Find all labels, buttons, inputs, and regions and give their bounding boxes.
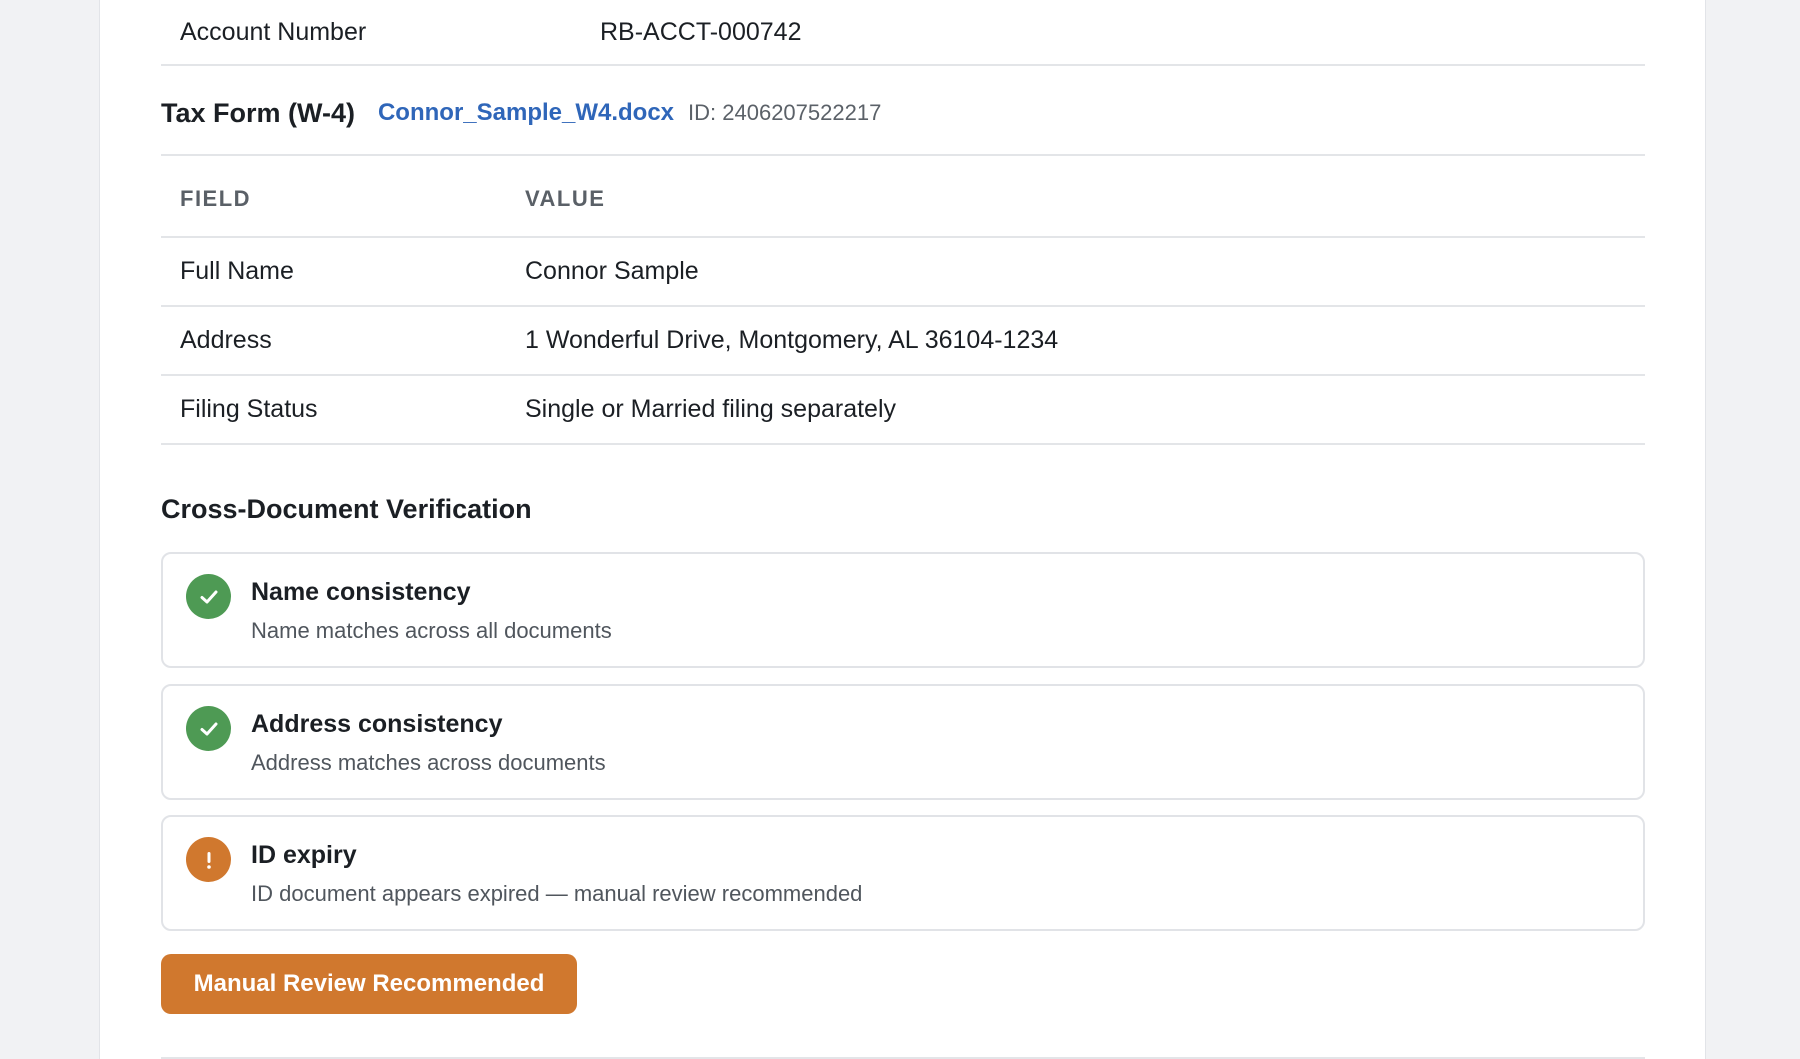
exclamation-icon <box>186 837 231 882</box>
tax-form-header: Tax Form (W-4) Connor_Sample_W4.docx ID:… <box>161 66 1645 156</box>
check-detail: Name matches across all documents <box>251 618 612 643</box>
value-cell: Single or Married filing separately <box>525 395 897 423</box>
verification-card-id-expiry: ID expiry ID document appears expired — … <box>161 815 1645 931</box>
table-row: Filing Status Single or Married filing s… <box>161 376 1645 445</box>
check-icon <box>186 574 231 619</box>
verification-card-name: Name consistency Name matches across all… <box>161 552 1645 668</box>
column-header-value: VALUE <box>525 186 606 211</box>
check-title: ID expiry <box>251 841 357 869</box>
check-detail: ID document appears expired — manual rev… <box>251 881 863 906</box>
account-number-label: Account Number <box>180 17 367 46</box>
field-cell: Full Name <box>180 257 294 285</box>
verification-card-address: Address consistency Address matches acro… <box>161 684 1645 800</box>
check-detail: Address matches across documents <box>251 750 606 775</box>
table-row: Full Name Connor Sample <box>161 238 1645 307</box>
value-cell: Connor Sample <box>525 257 699 285</box>
account-number-value: RB-ACCT-000742 <box>600 17 802 46</box>
check-title: Name consistency <box>251 578 471 606</box>
check-title: Address consistency <box>251 710 503 738</box>
content-panel: Account Number RB-ACCT-000742 Tax Form (… <box>99 0 1706 1059</box>
manual-review-button[interactable]: Manual Review Recommended <box>161 954 577 1014</box>
field-cell: Filing Status <box>180 395 318 423</box>
column-header-field: FIELD <box>180 186 252 211</box>
verification-section-title: Cross-Document Verification <box>161 494 532 524</box>
table-header-row: FIELD VALUE <box>161 156 1645 238</box>
field-cell: Address <box>180 326 272 354</box>
account-number-row: Account Number RB-ACCT-000742 <box>161 0 1645 66</box>
check-icon <box>186 706 231 751</box>
tax-form-id: ID: 2406207522217 <box>688 100 882 125</box>
tax-form-file-link[interactable]: Connor_Sample_W4.docx <box>378 99 674 127</box>
tax-form-table: FIELD VALUE Full Name Connor Sample Addr… <box>161 156 1645 445</box>
tax-form-title: Tax Form (W-4) <box>161 97 355 128</box>
table-row: Address 1 Wonderful Drive, Montgomery, A… <box>161 307 1645 376</box>
value-cell: 1 Wonderful Drive, Montgomery, AL 36104-… <box>525 326 1059 354</box>
